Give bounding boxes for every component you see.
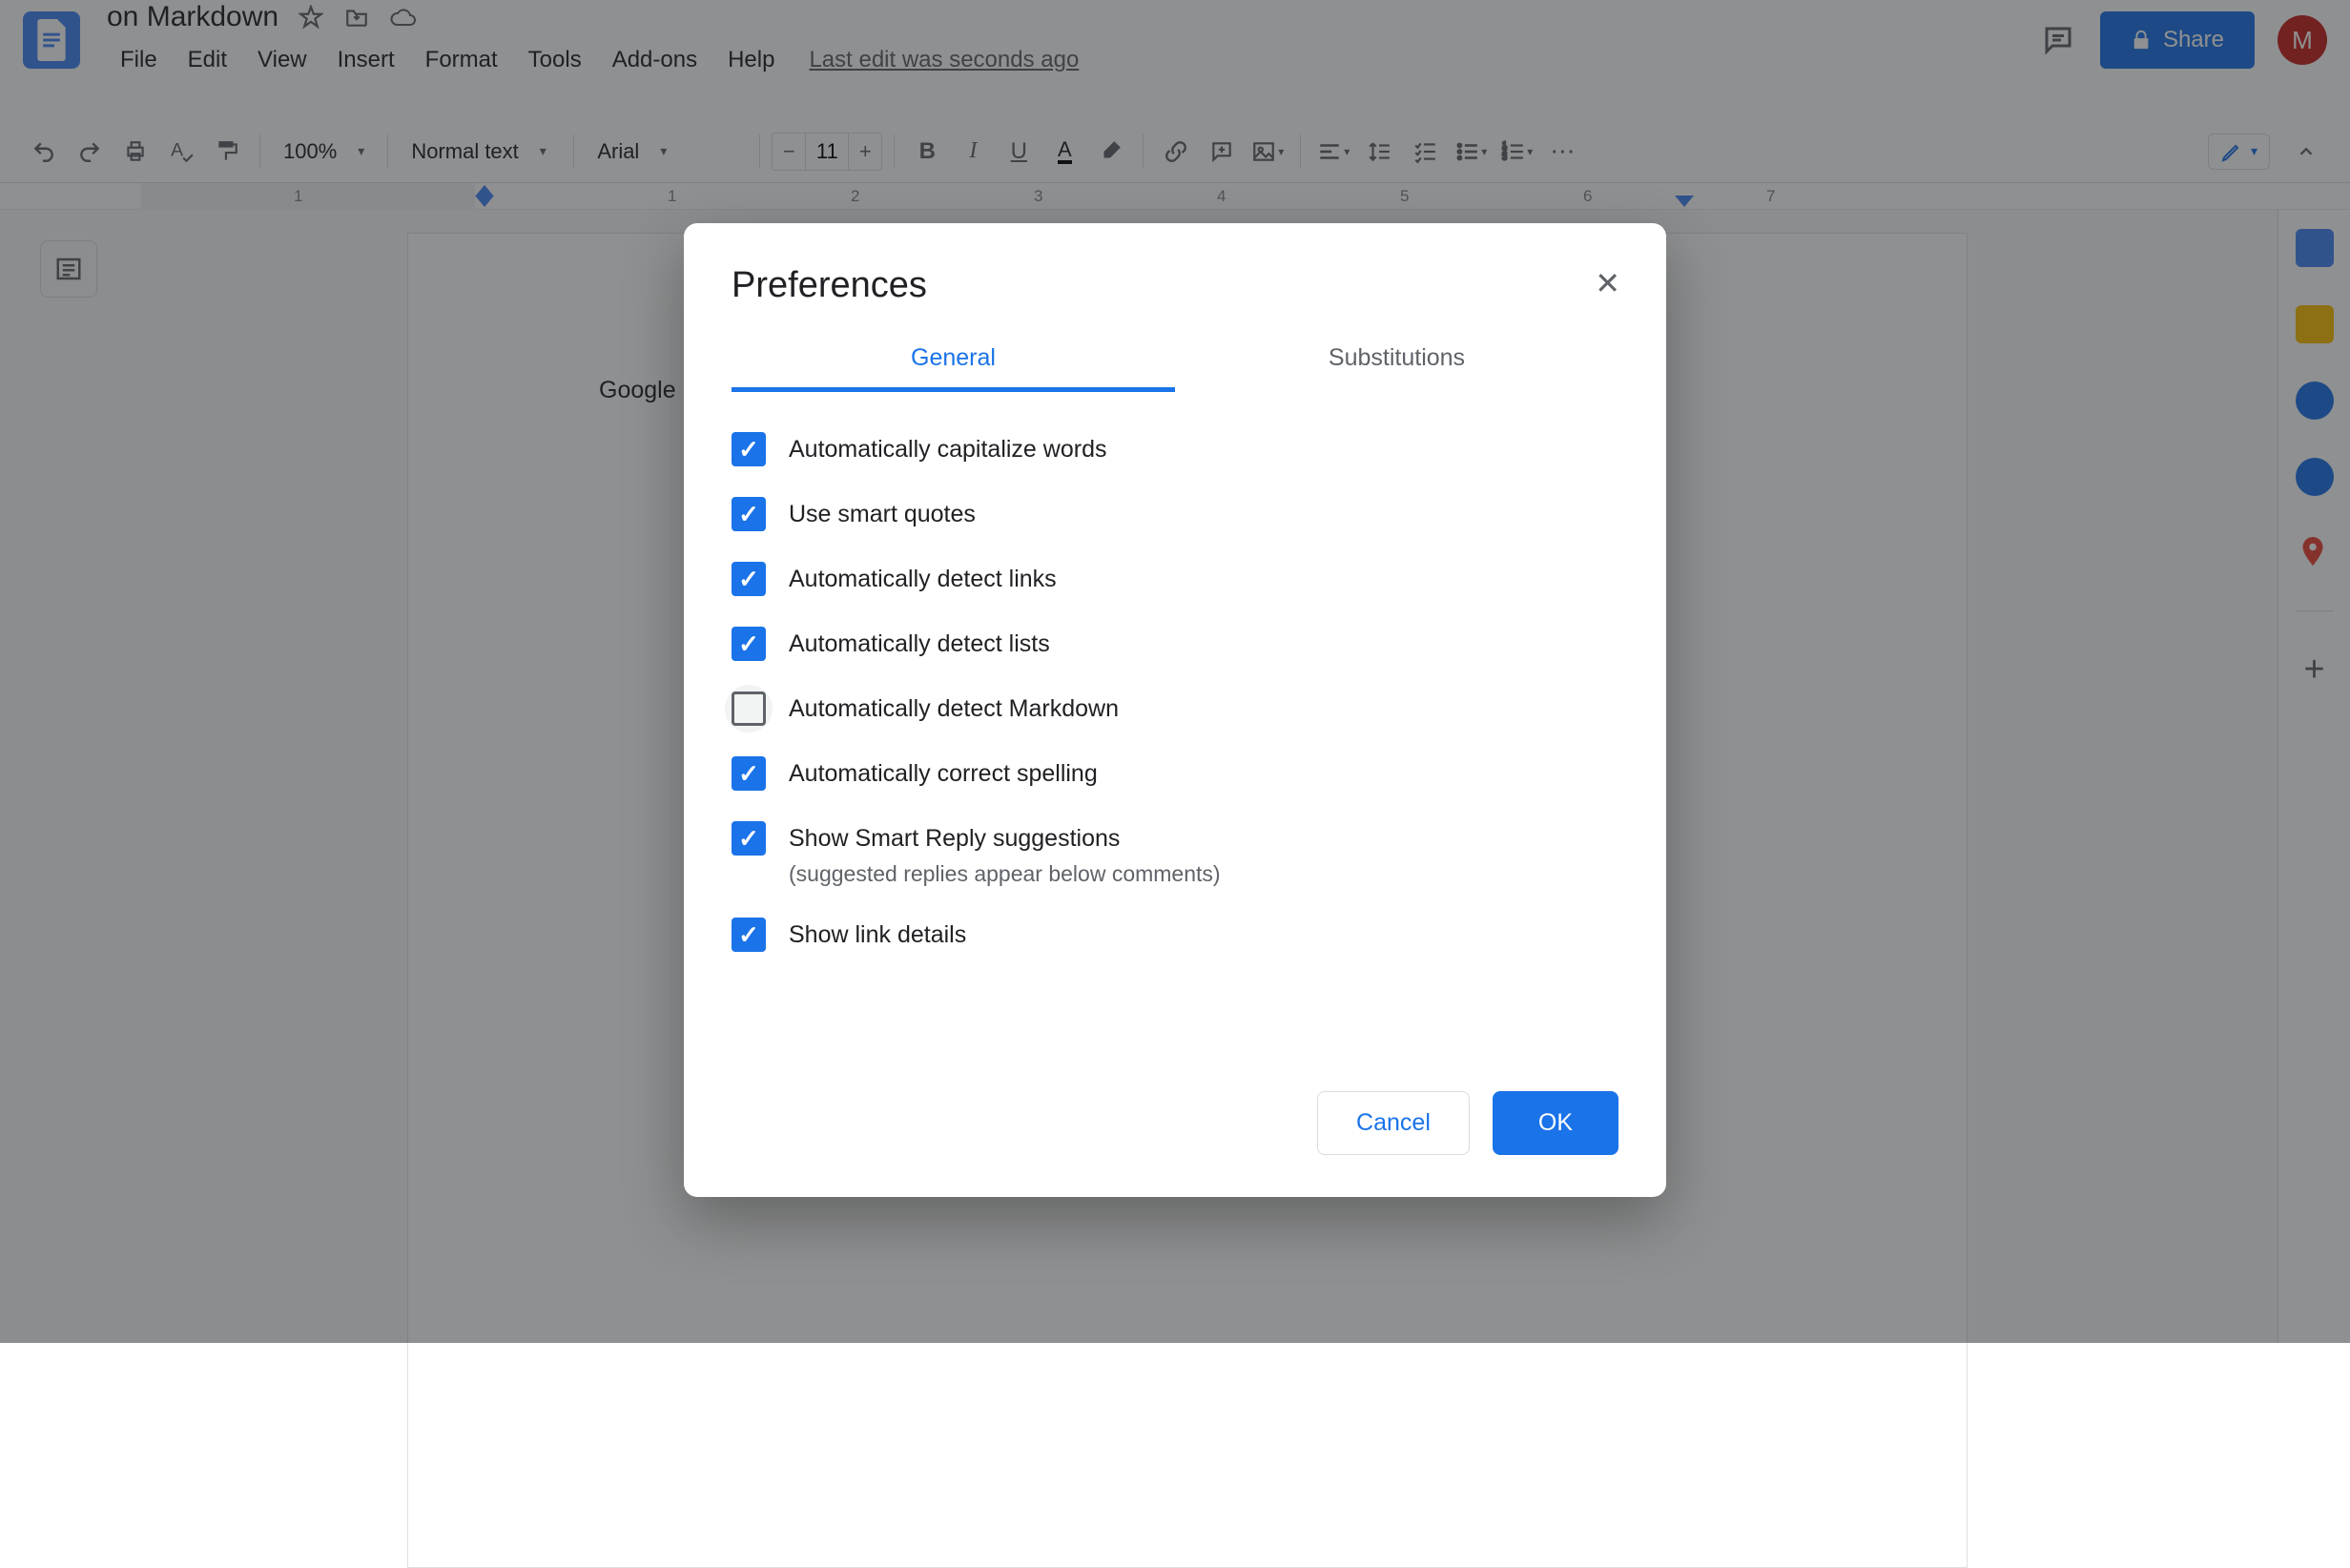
pref-row: Automatically detect lists <box>732 621 1618 667</box>
pref-checkbox[interactable] <box>732 756 766 791</box>
preferences-dialog: Preferences ✕ General Substitutions Auto… <box>684 223 1666 1197</box>
pref-label: Use smart quotes <box>789 497 976 531</box>
modal-overlay[interactable]: Preferences ✕ General Substitutions Auto… <box>0 0 2350 1343</box>
pref-label: Automatically correct spelling <box>789 756 1098 791</box>
pref-checkbox[interactable] <box>732 562 766 596</box>
pref-label: Automatically detect links <box>789 562 1057 596</box>
pref-checkbox[interactable] <box>732 821 766 856</box>
pref-row: Automatically capitalize words <box>732 426 1618 472</box>
tab-general[interactable]: General <box>732 333 1175 392</box>
pref-row: Show Smart Reply suggestions (suggested r… <box>732 815 1618 893</box>
pref-checkbox[interactable] <box>732 918 766 952</box>
pref-row: Automatically detect links <box>732 556 1618 602</box>
dialog-title: Preferences <box>732 265 1618 306</box>
pref-label: Automatically detect lists <box>789 627 1050 661</box>
pref-checkbox[interactable] <box>732 691 766 726</box>
tab-substitutions[interactable]: Substitutions <box>1175 333 1618 392</box>
pref-label: Automatically capitalize words <box>789 432 1106 466</box>
pref-row: Automatically detect Markdown <box>732 686 1618 732</box>
cancel-button[interactable]: Cancel <box>1317 1091 1470 1155</box>
pref-label: Automatically detect Markdown <box>789 691 1119 726</box>
pref-row: Use smart quotes <box>732 491 1618 537</box>
pref-checkbox[interactable] <box>732 432 766 466</box>
close-dialog-button[interactable]: ✕ <box>1587 258 1628 309</box>
pref-label: Show link details <box>789 918 966 952</box>
pref-checkbox[interactable] <box>732 627 766 661</box>
ok-button[interactable]: OK <box>1493 1091 1618 1155</box>
pref-label: Show Smart Reply suggestions <box>789 821 1221 856</box>
pref-row: Automatically correct spelling <box>732 751 1618 796</box>
pref-sublabel: (suggested replies appear below comments… <box>789 861 1221 887</box>
pref-row: Show link details <box>732 912 1618 958</box>
pref-checkbox[interactable] <box>732 497 766 531</box>
